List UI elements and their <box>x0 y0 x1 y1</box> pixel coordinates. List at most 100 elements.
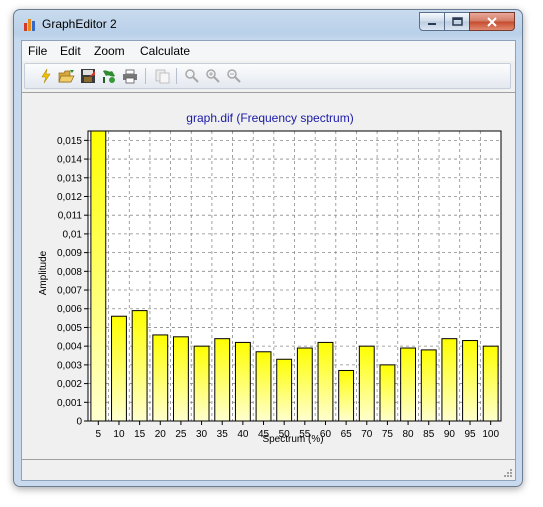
x-tick-label: 45 <box>258 429 270 440</box>
bar <box>255 351 272 422</box>
bar <box>441 338 458 422</box>
y-tick-label: 0,013 <box>57 173 82 184</box>
bar <box>193 345 210 422</box>
client-area: File Edit Zoom Calculate graph.dif (Freq… <box>21 40 516 481</box>
y-tick-label: 0,009 <box>57 248 82 259</box>
x-tick-label: 60 <box>320 429 332 440</box>
save-button[interactable] <box>79 67 97 85</box>
print-button[interactable] <box>121 67 139 85</box>
menu-zoom[interactable]: Zoom <box>94 44 125 58</box>
menu-edit[interactable]: Edit <box>60 44 81 58</box>
bar <box>296 347 313 422</box>
close-icon <box>487 16 497 27</box>
title-bar[interactable]: GraphEditor 2 <box>14 10 522 38</box>
y-tick-label: 0,001 <box>57 398 82 409</box>
bar <box>172 336 189 422</box>
open-button[interactable] <box>58 67 76 85</box>
x-tick-label: 80 <box>403 429 415 440</box>
bar <box>214 338 231 422</box>
y-tick-label: 0 <box>76 417 82 428</box>
y-tick-label: 0,014 <box>57 155 82 166</box>
x-tick-label: 25 <box>175 429 187 440</box>
y-tick-label: 0,003 <box>57 360 82 371</box>
bar <box>90 130 107 422</box>
bar <box>379 364 396 422</box>
status-bar <box>22 462 515 480</box>
x-axis-label: Spectrum (%) <box>262 434 323 445</box>
app-window: GraphEditor 2 File Edit Zoom Calculate g… <box>13 9 523 487</box>
y-tick-label: 0,01 <box>63 229 83 240</box>
open-icon <box>58 70 75 83</box>
x-tick-label: 40 <box>237 429 249 440</box>
y-tick-label: 0,015 <box>57 136 82 147</box>
y-axis-label: Amplitude <box>38 250 49 295</box>
bar <box>462 340 478 422</box>
plot-area: 0 0,001 0,002 0,003 0,004 0,005 0,006 0,007 0,00… <box>57 130 502 440</box>
new-icon <box>41 68 51 84</box>
maximize-button[interactable] <box>444 12 470 31</box>
bar <box>317 341 334 422</box>
export-icon <box>103 70 115 83</box>
x-tick-label: 10 <box>113 429 125 440</box>
copy-button[interactable] <box>153 67 171 85</box>
bar <box>482 345 499 422</box>
x-tick-label: 5 <box>96 429 102 440</box>
x-tick-label: 85 <box>423 429 435 440</box>
minimize-button[interactable] <box>419 12 445 31</box>
copy-icon <box>155 69 170 84</box>
x-tick-label: 100 <box>482 429 499 440</box>
save-icon <box>81 69 95 83</box>
bar <box>420 349 437 422</box>
new-button[interactable] <box>37 67 55 85</box>
bar <box>338 369 355 422</box>
toolbar-separator <box>176 68 177 84</box>
zoom-icon <box>185 69 199 83</box>
y-tick-label: 0,011 <box>58 211 83 222</box>
y-tick-label: 0,008 <box>57 267 82 278</box>
x-tick-label: 90 <box>444 429 456 440</box>
bar <box>276 358 293 422</box>
bar <box>358 345 375 422</box>
zoom-button[interactable] <box>183 67 201 85</box>
close-button[interactable] <box>469 12 515 31</box>
bar <box>111 315 127 422</box>
bar <box>152 334 169 422</box>
x-tick-label: 30 <box>196 429 208 440</box>
y-tick-label: 0,005 <box>57 323 82 334</box>
x-tick-label: 75 <box>382 429 394 440</box>
bar <box>131 310 148 422</box>
menu-bar: File Edit Zoom Calculate <box>22 41 515 61</box>
zoom-in-icon <box>206 69 220 83</box>
x-tick-label: 50 <box>279 429 291 440</box>
zoom-out-icon <box>227 69 241 83</box>
minimize-icon <box>428 22 436 25</box>
maximize-icon <box>451 17 463 26</box>
chart-panel: graph.dif (Frequency spectrum) Amplitude… <box>22 92 515 460</box>
y-tick-label: 0,007 <box>57 286 82 297</box>
x-tick-label: 55 <box>299 429 311 440</box>
menu-file[interactable]: File <box>28 44 47 58</box>
chart-title: graph.dif (Frequency spectrum) <box>186 111 353 125</box>
y-tick-label: 0,004 <box>57 342 82 353</box>
y-tick-label: 0,006 <box>57 304 82 315</box>
zoom-in-button[interactable] <box>204 67 222 85</box>
x-tick-label: 65 <box>341 429 353 440</box>
window-title: GraphEditor 2 <box>42 17 117 31</box>
y-tick-label: 0,012 <box>57 192 82 203</box>
x-tick-label: 95 <box>464 429 476 440</box>
x-tick-label: 70 <box>361 429 373 440</box>
bar <box>400 347 417 422</box>
app-icon <box>24 19 35 31</box>
x-tick-label: 15 <box>134 429 146 440</box>
print-icon <box>123 69 137 84</box>
toolbar <box>24 63 511 89</box>
x-tick-label: 35 <box>217 429 229 440</box>
export-button[interactable] <box>100 67 118 85</box>
x-tick-label: 20 <box>155 429 167 440</box>
zoom-out-button[interactable] <box>225 67 243 85</box>
menu-calculate[interactable]: Calculate <box>140 44 190 58</box>
resize-grip-icon[interactable] <box>503 468 513 478</box>
toolbar-separator <box>145 68 146 84</box>
frequency-spectrum-chart: graph.dif (Frequency spectrum) Amplitude… <box>38 111 502 445</box>
y-tick-label: 0,002 <box>57 379 82 390</box>
